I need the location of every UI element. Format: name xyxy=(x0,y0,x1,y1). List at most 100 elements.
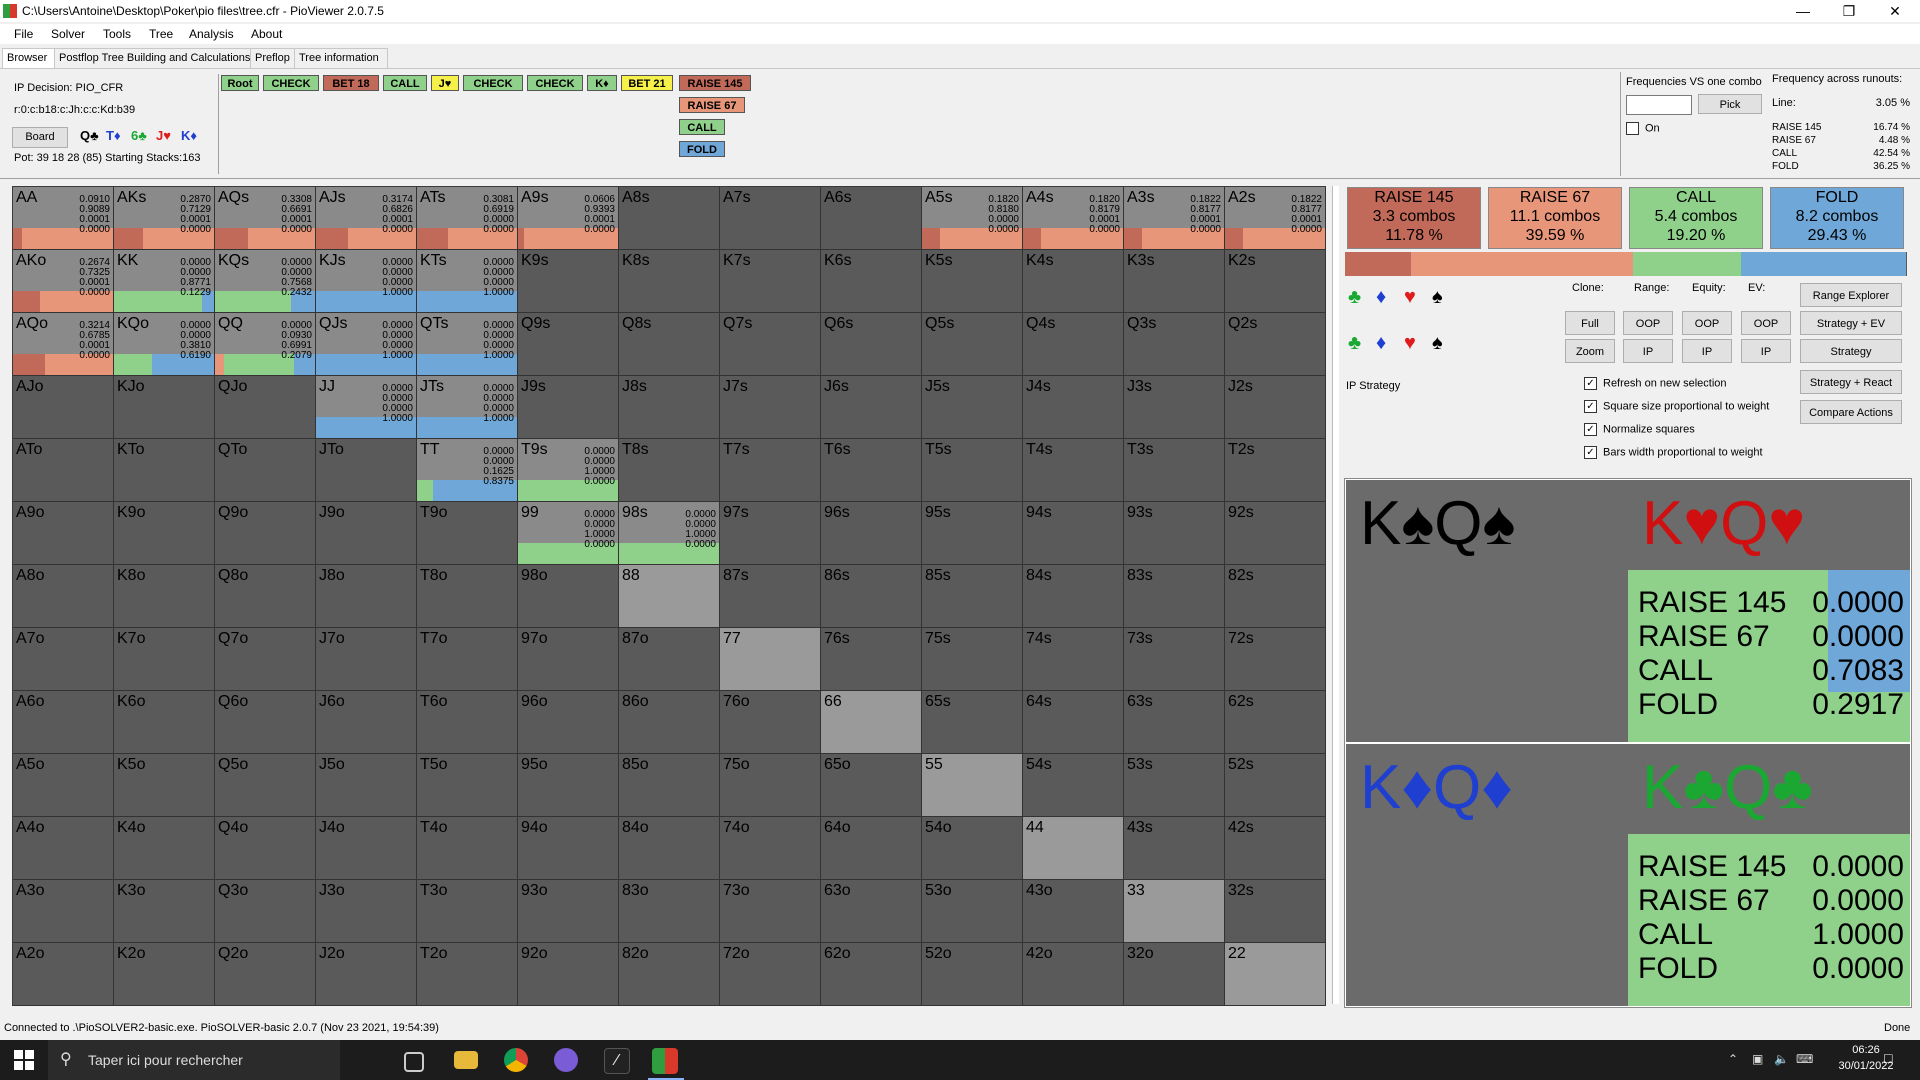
bars-width-checkbox[interactable]: ✓ Bars width proportional to weight xyxy=(1584,446,1763,459)
hand-cell-a6o[interactable]: A6o xyxy=(13,691,114,754)
hand-cell-q2o[interactable]: Q2o xyxy=(215,943,316,1006)
task-view-icon[interactable] xyxy=(404,1052,424,1072)
diamond-icon[interactable]: ♦ xyxy=(1376,286,1386,309)
hand-cell-65o[interactable]: 65o xyxy=(821,754,922,817)
menu-about[interactable]: About xyxy=(251,27,282,41)
path-check-2[interactable]: CHECK xyxy=(463,75,523,91)
hand-cell-a2s[interactable]: 0.1822 0.8177 0.0001 0.0000 A2s xyxy=(1225,187,1326,250)
path-check-3[interactable]: CHECK xyxy=(527,75,583,91)
app-icon[interactable] xyxy=(554,1048,578,1072)
hand-cell-85o[interactable]: 85o xyxy=(619,754,720,817)
path-option-call[interactable]: CALL xyxy=(679,119,725,135)
path-raise-145[interactable]: RAISE 145 xyxy=(679,75,751,91)
hand-cell-96o[interactable]: 96o xyxy=(518,691,619,754)
hand-cell-qts[interactable]: 0.0000 0.0000 0.0000 1.0000 QTs xyxy=(417,313,518,376)
hand-cell-87s[interactable]: 87s xyxy=(720,565,821,628)
hand-cell-t5s[interactable]: T5s xyxy=(922,439,1023,502)
club-icon[interactable]: ♣ xyxy=(1348,332,1361,355)
hand-cell-72o[interactable]: 72o xyxy=(720,943,821,1006)
hand-cell-kqo[interactable]: 0.0000 0.0000 0.3810 0.6190 KQo xyxy=(114,313,215,376)
hand-cell-j9s[interactable]: J9s xyxy=(518,376,619,439)
range-explorer-button[interactable]: Range Explorer xyxy=(1800,283,1902,307)
hand-cell-55[interactable]: 55 xyxy=(922,754,1023,817)
hand-cell-86o[interactable]: 86o xyxy=(619,691,720,754)
hand-cell-q8s[interactable]: Q8s xyxy=(619,313,720,376)
heart-icon[interactable]: ♥ xyxy=(1404,286,1416,309)
strategy-react-button[interactable]: Strategy + React xyxy=(1800,370,1902,394)
hand-cell-a3o[interactable]: A3o xyxy=(13,880,114,943)
hand-cell-54s[interactable]: 54s xyxy=(1023,754,1124,817)
hand-cell-k6o[interactable]: K6o xyxy=(114,691,215,754)
combo-panel-kqs-hearts[interactable]: K♥Q♥ RAISE 145 0.0000 RAISE 67 0.0000 CALL 0.… xyxy=(1628,480,1910,742)
action-summary-fold[interactable]: FOLD 8.2 combos 29.43 % xyxy=(1770,187,1904,249)
hand-cell-84o[interactable]: 84o xyxy=(619,817,720,880)
hand-cell-t9o[interactable]: T9o xyxy=(417,502,518,565)
hand-cell-jj[interactable]: 0.0000 0.0000 0.0000 1.0000 JJ xyxy=(316,376,417,439)
hand-cell-qq[interactable]: 0.0000 0.0930 0.6991 0.2079 QQ xyxy=(215,313,316,376)
hand-cell-33[interactable]: 33 xyxy=(1124,880,1225,943)
hand-cell-q9s[interactable]: Q9s xyxy=(518,313,619,376)
clock[interactable]: 06:26 30/01/2022 xyxy=(1826,1044,1906,1072)
action-summary-raise-145[interactable]: RAISE 145 3.3 combos 11.78 % xyxy=(1347,187,1481,249)
hand-cell-83o[interactable]: 83o xyxy=(619,880,720,943)
file-explorer-icon[interactable] xyxy=(454,1051,478,1069)
hand-cell-qjs[interactable]: 0.0000 0.0000 0.0000 1.0000 QJs xyxy=(316,313,417,376)
hand-cell-t5o[interactable]: T5o xyxy=(417,754,518,817)
hand-cell-qjo[interactable]: QJo xyxy=(215,376,316,439)
hand-cell-aks[interactable]: 0.2870 0.7129 0.0001 0.0000 AKs xyxy=(114,187,215,250)
hand-cell-a9s[interactable]: 0.0606 0.9393 0.0001 0.0000 A9s xyxy=(518,187,619,250)
hand-cell-a8o[interactable]: A8o xyxy=(13,565,114,628)
hand-cell-82s[interactable]: 82s xyxy=(1225,565,1326,628)
hand-cell-44[interactable]: 44 xyxy=(1023,817,1124,880)
hand-cell-96s[interactable]: 96s xyxy=(821,502,922,565)
menu-solver[interactable]: Solver xyxy=(51,27,85,41)
hand-cell-q3o[interactable]: Q3o xyxy=(215,880,316,943)
hand-cell-t7s[interactable]: T7s xyxy=(720,439,821,502)
hand-cell-82o[interactable]: 82o xyxy=(619,943,720,1006)
chevron-up-icon[interactable]: ⌃ xyxy=(1728,1052,1738,1066)
hand-cell-j5o[interactable]: J5o xyxy=(316,754,417,817)
hand-cell-q5o[interactable]: Q5o xyxy=(215,754,316,817)
path-root[interactable]: Root xyxy=(221,75,259,91)
hand-cell-q9o[interactable]: Q9o xyxy=(215,502,316,565)
hand-cell-kk[interactable]: 0.0000 0.0000 0.8771 0.1229 KK xyxy=(114,250,215,313)
tab-postflop-tree[interactable]: Postflop Tree Building and Calculations xyxy=(54,48,258,68)
hand-cell-t8s[interactable]: T8s xyxy=(619,439,720,502)
tab-browser[interactable]: Browser xyxy=(2,48,58,68)
hand-cell-62o[interactable]: 62o xyxy=(821,943,922,1006)
hand-cell-65s[interactable]: 65s xyxy=(922,691,1023,754)
hand-cell-a6s[interactable]: A6s xyxy=(821,187,922,250)
hand-cell-j6s[interactable]: J6s xyxy=(821,376,922,439)
hand-cell-98o[interactable]: 98o xyxy=(518,565,619,628)
hand-cell-t2s[interactable]: T2s xyxy=(1225,439,1326,502)
diamond-icon[interactable]: ♦ xyxy=(1376,332,1386,355)
hand-cell-j3s[interactable]: J3s xyxy=(1124,376,1225,439)
hand-cell-a4s[interactable]: 0.1820 0.8179 0.0001 0.0000 A4s xyxy=(1023,187,1124,250)
hand-cell-j8o[interactable]: J8o xyxy=(316,565,417,628)
pick-button[interactable]: Pick xyxy=(1698,94,1762,114)
hand-cell-k3s[interactable]: K3s xyxy=(1124,250,1225,313)
volume-icon[interactable]: 🔈 xyxy=(1774,1052,1789,1066)
hand-cell-t9s[interactable]: 0.0000 0.0000 1.0000 0.0000 T9s xyxy=(518,439,619,502)
hand-cell-93s[interactable]: 93s xyxy=(1124,502,1225,565)
hand-cell-q7s[interactable]: Q7s xyxy=(720,313,821,376)
path-check-1[interactable]: CHECK xyxy=(263,75,319,91)
hand-cell-j4s[interactable]: J4s xyxy=(1023,376,1124,439)
hand-cell-k5o[interactable]: K5o xyxy=(114,754,215,817)
hand-cell-k2o[interactable]: K2o xyxy=(114,943,215,1006)
hand-cell-jto[interactable]: JTo xyxy=(316,439,417,502)
hand-cell-a7s[interactable]: A7s xyxy=(720,187,821,250)
on-checkbox-box[interactable] xyxy=(1626,122,1639,135)
checkbox-box[interactable]: ✓ xyxy=(1584,446,1597,459)
full-button[interactable]: Full xyxy=(1565,311,1615,335)
hand-cell-77[interactable]: 77 xyxy=(720,628,821,691)
hand-cell-a3s[interactable]: 0.1822 0.8177 0.0001 0.0000 A3s xyxy=(1124,187,1225,250)
maximize-button[interactable]: ❐ xyxy=(1826,0,1872,22)
hand-cell-76s[interactable]: 76s xyxy=(821,628,922,691)
hand-cell-93o[interactable]: 93o xyxy=(518,880,619,943)
hand-cell-k9o[interactable]: K9o xyxy=(114,502,215,565)
tab-tree-information[interactable]: Tree information xyxy=(294,48,388,68)
hand-cell-98s[interactable]: 0.0000 0.0000 1.0000 0.0000 98s xyxy=(619,502,720,565)
hand-cell-53o[interactable]: 53o xyxy=(922,880,1023,943)
hand-cell-a5o[interactable]: A5o xyxy=(13,754,114,817)
